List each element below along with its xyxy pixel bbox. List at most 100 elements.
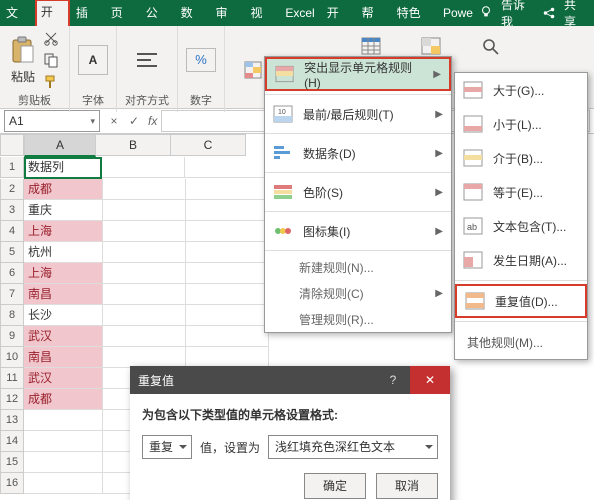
rule-duplicate[interactable]: 重复值(D)... [455, 284, 587, 318]
row-header[interactable]: 3 [0, 200, 24, 221]
row-header[interactable]: 8 [0, 305, 24, 326]
menu-highlight-rules[interactable]: 突出显示单元格规则(H)▶ [265, 57, 451, 91]
row-header[interactable]: 2 [0, 179, 24, 200]
col-header-c[interactable]: C [171, 134, 246, 156]
rule-date[interactable]: 发生日期(A)... [455, 243, 587, 277]
row-header[interactable]: 13 [0, 410, 24, 431]
cell[interactable] [103, 305, 186, 326]
menu-new-rule[interactable]: 新建规则(N)... [265, 254, 451, 280]
menu-top-bottom[interactable]: 10 最前/最后规则(T)▶ [265, 98, 451, 130]
align-button[interactable] [133, 49, 161, 71]
cell[interactable] [24, 410, 103, 431]
tab-home[interactable]: 开始 [35, 0, 70, 27]
help-button[interactable]: ? [376, 373, 410, 387]
cell[interactable]: 上海 [24, 263, 103, 284]
copy-button[interactable] [41, 50, 61, 70]
cell[interactable] [103, 326, 186, 347]
cell[interactable]: 武汉 [24, 368, 103, 389]
row-header[interactable]: 12 [0, 389, 24, 410]
tab-review[interactable]: 审阅 [210, 0, 245, 26]
rule-equal[interactable]: 等于(E)... [455, 175, 587, 209]
format-select[interactable]: 浅红填充色深红色文本 [268, 435, 438, 459]
cell[interactable] [103, 263, 186, 284]
font-button[interactable]: A [78, 45, 108, 75]
select-all-corner[interactable] [0, 134, 24, 156]
tab-file[interactable]: 文件 [0, 0, 35, 26]
dialog-titlebar[interactable]: 重复值 ? ✕ [130, 366, 450, 394]
row-header[interactable]: 15 [0, 452, 24, 473]
rule-contains[interactable]: ab文本包含(T)... [455, 209, 587, 243]
tab-data[interactable]: 数据 [175, 0, 210, 26]
cell[interactable]: 重庆 [24, 200, 103, 221]
cell[interactable]: 成都 [24, 179, 103, 200]
format-painter-button[interactable] [41, 72, 61, 92]
cell[interactable] [186, 326, 269, 347]
cell[interactable]: 数据列 [24, 157, 102, 179]
cell[interactable] [186, 200, 269, 221]
tab-special[interactable]: 特色功 [391, 0, 437, 26]
menu-data-bars[interactable]: 数据条(D)▶ [265, 137, 451, 169]
paste-button[interactable]: 粘贴 [8, 34, 38, 87]
cell[interactable] [103, 284, 186, 305]
menu-manage-rules[interactable]: 管理规则(R)... [265, 306, 451, 332]
cancel-fx-button[interactable]: × [104, 114, 124, 128]
cell[interactable] [103, 221, 186, 242]
row-header[interactable]: 6 [0, 263, 24, 284]
menu-icon-sets[interactable]: 图标集(I)▶ [265, 215, 451, 247]
rule-between[interactable]: 介于(B)... [455, 141, 587, 175]
menu-color-scales[interactable]: 色阶(S)▶ [265, 176, 451, 208]
tab-view[interactable]: 视图 [244, 0, 279, 26]
tab-excel[interactable]: Excel [279, 0, 320, 26]
row-header[interactable]: 7 [0, 284, 24, 305]
tab-power[interactable]: Powe [437, 0, 479, 26]
cell[interactable]: 武汉 [24, 326, 103, 347]
cell[interactable] [186, 263, 269, 284]
tab-dev[interactable]: 开发 [321, 0, 356, 26]
cell[interactable] [102, 157, 185, 178]
confirm-fx-button[interactable]: ✓ [124, 114, 144, 128]
tab-formulas[interactable]: 公式 [140, 0, 175, 26]
row-header[interactable]: 4 [0, 221, 24, 242]
tab-help[interactable]: 帮助 [356, 0, 391, 26]
cell[interactable] [103, 347, 186, 368]
type-select[interactable]: 重复 [142, 435, 192, 459]
rule-greater[interactable]: 大于(G)... [455, 73, 587, 107]
cancel-button[interactable]: 取消 [376, 473, 438, 499]
cell[interactable] [24, 452, 103, 473]
cell[interactable] [186, 221, 269, 242]
cell[interactable]: 南昌 [24, 284, 103, 305]
cell[interactable] [24, 431, 103, 452]
cell[interactable]: 长沙 [24, 305, 103, 326]
cell[interactable] [186, 305, 269, 326]
cell[interactable]: 杭州 [24, 242, 103, 263]
close-button[interactable]: ✕ [410, 366, 450, 394]
cut-button[interactable] [41, 28, 61, 48]
row-header[interactable]: 11 [0, 368, 24, 389]
rule-less[interactable]: 小于(L)... [455, 107, 587, 141]
cell[interactable]: 成都 [24, 389, 103, 410]
row-header[interactable]: 10 [0, 347, 24, 368]
cell[interactable] [185, 157, 268, 178]
rule-other[interactable]: 其他规则(M)... [455, 325, 587, 359]
tab-insert[interactable]: 插入 [70, 0, 105, 26]
ok-button[interactable]: 确定 [304, 473, 366, 499]
row-header[interactable]: 14 [0, 431, 24, 452]
cell[interactable] [186, 347, 269, 368]
row-header[interactable]: 16 [0, 473, 24, 494]
name-box[interactable]: A1 ▾ [4, 110, 100, 132]
cell[interactable] [186, 179, 269, 200]
row-header[interactable]: 1 [0, 157, 24, 178]
cell[interactable]: 南昌 [24, 347, 103, 368]
menu-clear-rules[interactable]: 清除规则(C)▶ [265, 280, 451, 306]
number-button[interactable]: % [186, 48, 216, 72]
fx-label[interactable]: fx [144, 114, 161, 128]
cell[interactable] [24, 473, 103, 494]
cell[interactable] [186, 284, 269, 305]
row-header[interactable]: 5 [0, 242, 24, 263]
col-header-b[interactable]: B [96, 134, 171, 156]
col-header-a[interactable]: A [24, 134, 96, 157]
find-button[interactable] [474, 32, 508, 60]
cell[interactable] [186, 242, 269, 263]
cell[interactable] [103, 242, 186, 263]
cell[interactable] [103, 179, 186, 200]
